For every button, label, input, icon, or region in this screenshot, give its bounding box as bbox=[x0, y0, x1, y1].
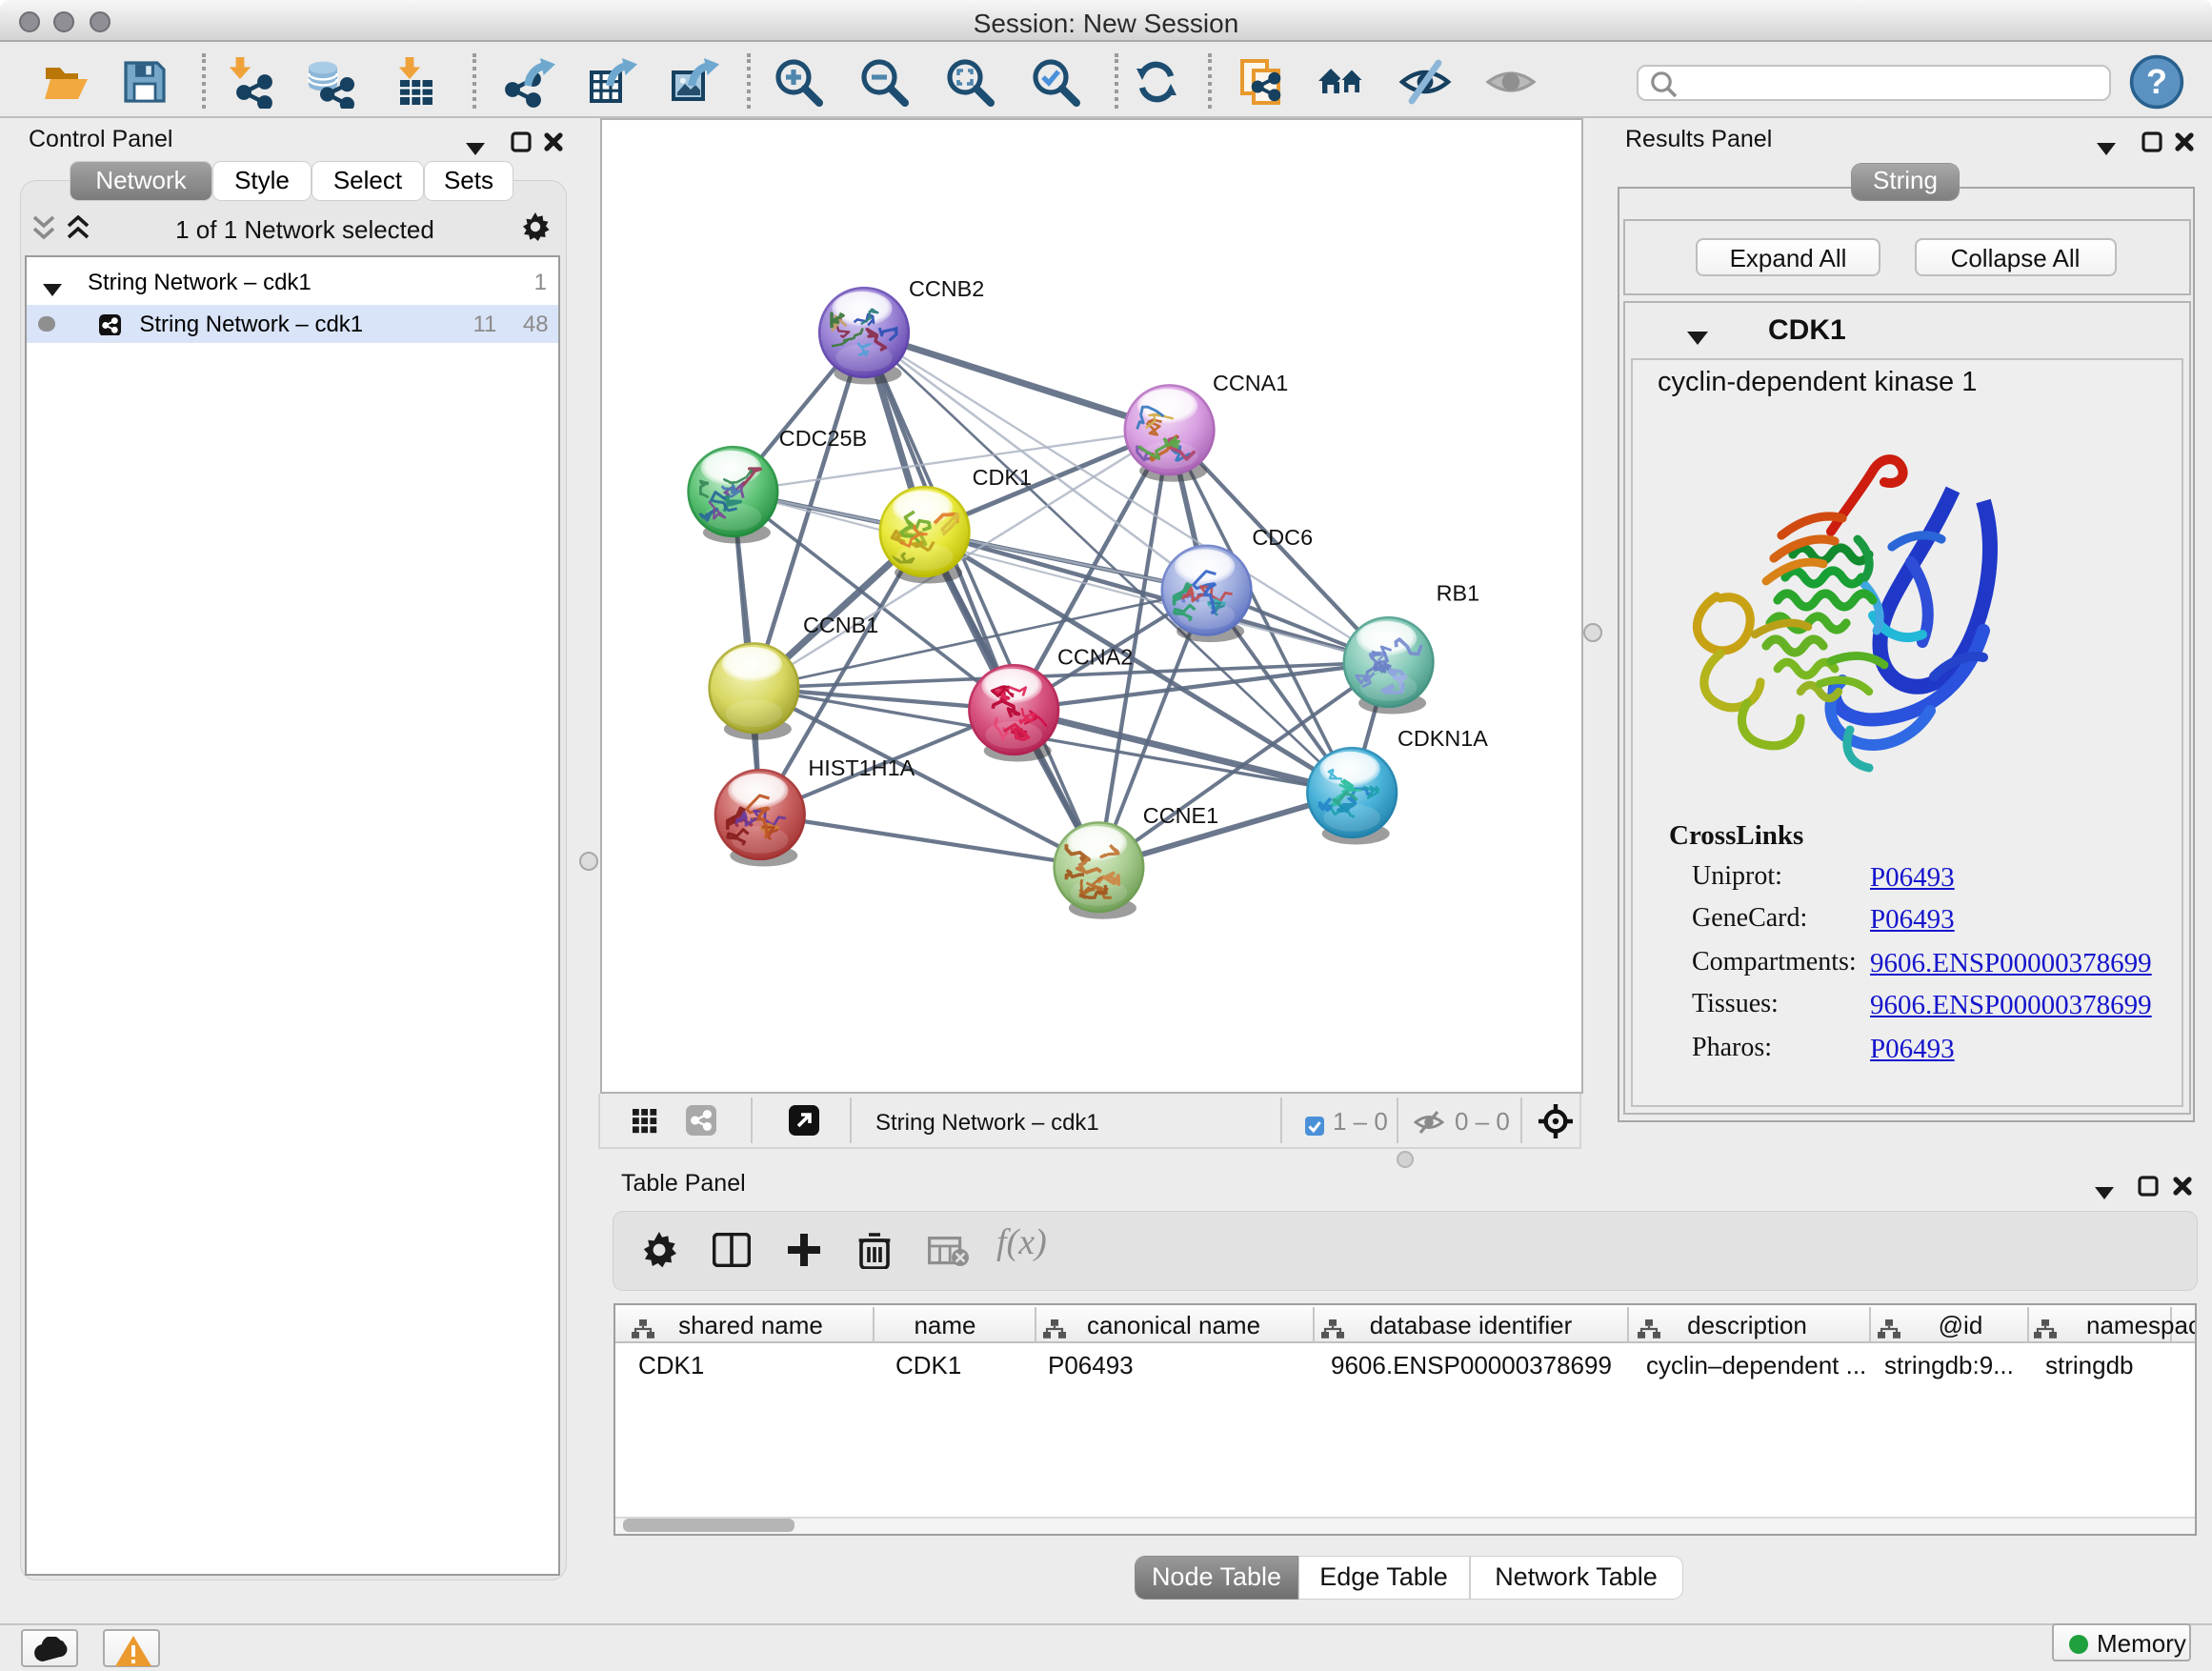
svg-text:CCNA1: CCNA1 bbox=[1212, 371, 1287, 395]
svg-text:CCNB2: CCNB2 bbox=[908, 276, 983, 301]
svg-text:CCNE1: CCNE1 bbox=[1142, 803, 1217, 828]
svg-text:CDC6: CDC6 bbox=[1251, 525, 1312, 550]
svg-text:CCNB1: CCNB1 bbox=[802, 613, 877, 637]
svg-text:HIST1H1A: HIST1H1A bbox=[807, 755, 914, 780]
svg-text:RB1: RB1 bbox=[1436, 580, 1479, 605]
svg-text:CDKN1A: CDKN1A bbox=[1397, 726, 1487, 751]
svg-text:CDC25B: CDC25B bbox=[778, 426, 866, 451]
svg-text:CDK1: CDK1 bbox=[972, 465, 1031, 490]
svg-text:?: ? bbox=[2145, 61, 2166, 100]
svg-text:CCNA2: CCNA2 bbox=[1056, 644, 1132, 669]
